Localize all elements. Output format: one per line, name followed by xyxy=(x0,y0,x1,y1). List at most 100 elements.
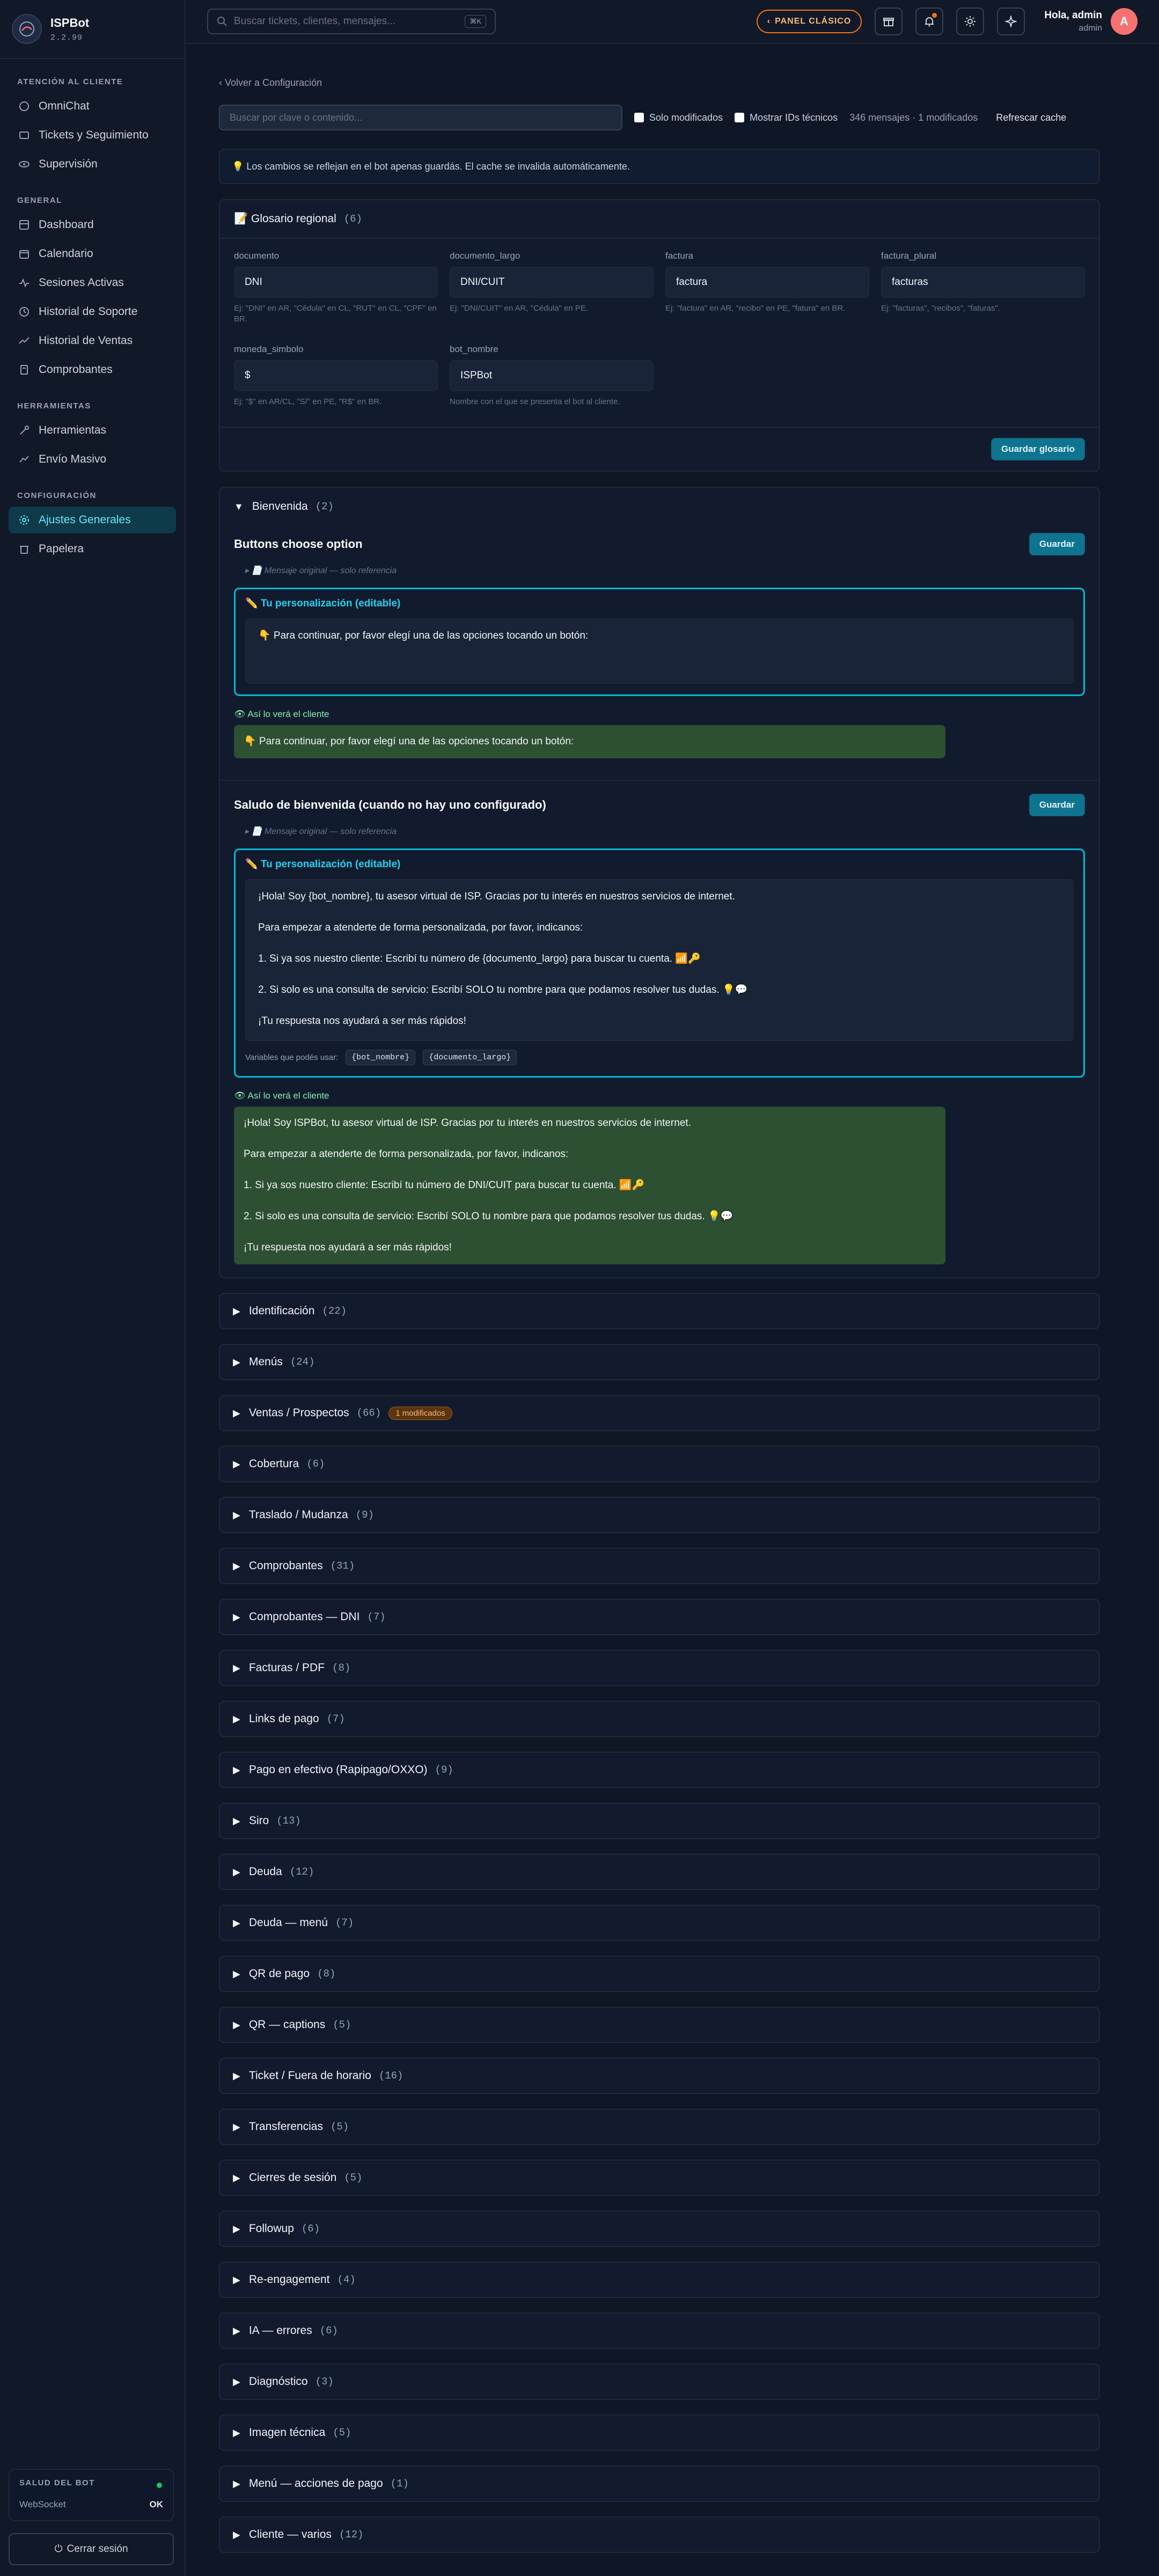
category-row[interactable]: ▶ Comprobantes (31) xyxy=(219,1548,1100,1584)
checkbox-box[interactable] xyxy=(634,113,644,122)
field-input[interactable]: DNI xyxy=(234,267,438,298)
category-row[interactable]: ▶ Identificación (22) xyxy=(219,1293,1100,1329)
checkbox-box[interactable] xyxy=(735,113,745,122)
category-label: Pago en efectivo (Rapipago/OXXO) xyxy=(248,1763,428,1776)
user-menu[interactable]: Hola, admin admin A xyxy=(1044,8,1138,35)
category-row[interactable]: ▶ Menús (24) xyxy=(219,1344,1100,1380)
preview-line: Para empezar a atenderte de forma person… xyxy=(244,1148,569,1160)
category-label: Deuda xyxy=(248,1865,282,1878)
chevron-down-icon: ▼ xyxy=(234,501,244,512)
category-row[interactable]: ▶ Menú — acciones de pago (1) xyxy=(219,2465,1100,2502)
save-glossary-button[interactable]: Guardar glosario xyxy=(991,438,1085,460)
field-input[interactable]: DNI/CUIT xyxy=(450,267,654,298)
edit-label: ✏️ Tu personalización (editable) xyxy=(245,598,401,609)
category-row[interactable]: ▶ QR de pago (8) xyxy=(219,1956,1100,1992)
message-title: Saludo de bienvenida (cuando no hay uno … xyxy=(234,798,546,811)
category-label: IA — errores xyxy=(248,2324,312,2337)
message-search-input[interactable]: Buscar por clave o contenido... xyxy=(219,105,622,130)
sidebar-item-dashboard[interactable]: Dashboard xyxy=(9,211,176,238)
sidebar-item-envio-masivo[interactable]: Envío Masivo xyxy=(9,446,176,473)
logo xyxy=(12,14,42,44)
gift-button[interactable] xyxy=(875,8,903,35)
category-row[interactable]: ▶ Links de pago (7) xyxy=(219,1701,1100,1737)
sidebar-item-omnichat[interactable]: OmniChat xyxy=(9,93,176,120)
chevron-right-icon: ▶ xyxy=(233,1407,240,1418)
theme-toggle-button[interactable] xyxy=(956,8,985,35)
field-input[interactable]: facturas xyxy=(881,267,1085,298)
sidebar-item-comprobantes[interactable]: Comprobantes xyxy=(9,356,176,383)
category-row[interactable]: ▶ Ventas / Prospectos (66) 1 modificados xyxy=(219,1395,1100,1431)
category-row[interactable]: ▶ Pago en efectivo (Rapipago/OXXO) (9) xyxy=(219,1752,1100,1788)
category-row[interactable]: ▶ Facturas / PDF (8) xyxy=(219,1650,1100,1686)
power-icon: ⏻ xyxy=(54,2543,63,2555)
category-row[interactable]: ▶ IA — errores (6) xyxy=(219,2312,1100,2349)
chevron-right-icon: ▶ xyxy=(233,2427,240,2438)
category-row[interactable]: ▶ Re-engagement (4) xyxy=(219,2262,1100,2298)
show-ids-checkbox[interactable]: Mostrar IDs técnicos xyxy=(735,112,838,123)
category-row[interactable]: ▶ Cobertura (6) xyxy=(219,1446,1100,1482)
field-input[interactable]: factura xyxy=(665,267,869,298)
variable-chip[interactable]: {bot_nombre} xyxy=(346,1050,416,1065)
trend-icon xyxy=(18,335,30,347)
original-message-toggle[interactable]: ▸ 📄 Mensaje original — solo referencia xyxy=(245,565,1085,576)
health-label: WebSocket xyxy=(19,2499,66,2509)
save-button[interactable]: Guardar xyxy=(1029,533,1085,555)
category-row[interactable]: ▶ Traslado / Mudanza (9) xyxy=(219,1497,1100,1533)
chat-icon xyxy=(18,100,30,112)
sparkle-button[interactable] xyxy=(997,8,1025,35)
category-row[interactable]: ▶ Imagen técnica (5) xyxy=(219,2414,1100,2451)
glossary-header[interactable]: 📝 Glosario regional (6) xyxy=(220,200,1099,238)
message-textarea[interactable]: 👇 Para continuar, por favor elegí una de… xyxy=(245,618,1074,684)
category-row[interactable]: ▶ Cierres de sesión (5) xyxy=(219,2160,1100,2196)
category-row[interactable]: ▶ Comprobantes — DNI (7) xyxy=(219,1599,1100,1635)
welcome-header[interactable]: ▼ Bienvenida (2) xyxy=(220,488,1099,525)
category-row[interactable]: ▶ Deuda — menú (7) xyxy=(219,1905,1100,1941)
category-row[interactable]: ▶ Cliente — varios (12) xyxy=(219,2516,1100,2553)
category-row[interactable]: ▶ Siro (13) xyxy=(219,1803,1100,1839)
notifications-button[interactable] xyxy=(915,8,944,35)
category-label: Links de pago xyxy=(248,1713,319,1725)
category-row[interactable]: ▶ Diagnóstico (3) xyxy=(219,2363,1100,2400)
logout-button[interactable]: ⏻ Cerrar sesión xyxy=(9,2533,174,2565)
category-row[interactable]: ▶ Transferencias (5) xyxy=(219,2109,1100,2145)
sidebar-item-papelera[interactable]: Papelera xyxy=(9,536,176,562)
sidebar-item-historial-de-ventas[interactable]: Historial de Ventas xyxy=(9,327,176,354)
category-row[interactable]: ▶ QR — captions (5) xyxy=(219,2007,1100,2043)
category-count: (7) xyxy=(335,1917,354,1929)
field-input[interactable]: ISPBot xyxy=(450,360,654,391)
save-button[interactable]: Guardar xyxy=(1029,794,1085,816)
category-row[interactable]: ▶ Followup (6) xyxy=(219,2211,1100,2247)
category-label: Facturas / PDF xyxy=(248,1662,325,1674)
sidebar-item-herramientas[interactable]: Herramientas xyxy=(9,417,176,444)
main: Buscar tickets, clientes, mensajes... ⌘K… xyxy=(186,0,1159,2576)
category-row[interactable]: ▶ Ticket / Fuera de horario (16) xyxy=(219,2058,1100,2094)
classic-panel-button[interactable]: ‹ PANEL CLÁSICO xyxy=(756,10,862,33)
only-modified-checkbox[interactable]: Solo modificados xyxy=(634,112,723,123)
global-search-input[interactable]: Buscar tickets, clientes, mensajes... ⌘K xyxy=(207,9,496,34)
variable-chip[interactable]: {documento_largo} xyxy=(423,1050,517,1065)
gear-icon xyxy=(18,514,30,526)
field-input[interactable]: $ xyxy=(234,360,438,391)
refresh-cache-button[interactable]: Refrescar cache xyxy=(996,112,1066,123)
sidebar-item-sesiones-activas[interactable]: Sesiones Activas xyxy=(9,269,176,296)
avatar[interactable]: A xyxy=(1111,8,1138,35)
chevron-right-icon: ▶ xyxy=(233,1662,240,1673)
sidebar-item-tickets-y-seguimiento[interactable]: Tickets y Seguimiento xyxy=(9,122,176,149)
category-row[interactable]: ▶ Deuda (12) xyxy=(219,1854,1100,1890)
sidebar-item-calendario[interactable]: Calendario xyxy=(9,240,176,267)
chevron-right-icon: ▶ xyxy=(233,2529,240,2540)
content: ‹ Volver a Configuración Buscar por clav… xyxy=(186,77,1159,2553)
back-link[interactable]: ‹ Volver a Configuración xyxy=(219,77,1100,89)
field-hint: Ej: "facturas", "recibos", "faturas". xyxy=(881,304,1001,313)
sidebar-item-ajustes-generales[interactable]: Ajustes Generales xyxy=(9,507,176,533)
sidebar-item-supervision[interactable]: Supervisión xyxy=(9,151,176,178)
textarea-line: 1. Si ya sos nuestro cliente: Escribí tu… xyxy=(258,953,701,964)
sidebar-item-historial-de-soporte[interactable]: Historial de Soporte xyxy=(9,298,176,325)
original-message-toggle[interactable]: ▸ 📄 Mensaje original — solo referencia xyxy=(245,826,1085,837)
brand: ISPBot 2.2.99 xyxy=(0,0,185,59)
ticket-icon xyxy=(18,129,30,141)
category-label: Identificación xyxy=(248,1305,315,1317)
preview-line: 2. Si solo es una consulta de servicio: … xyxy=(244,1211,733,1222)
message-textarea[interactable]: ¡Hola! Soy {bot_nombre}, tu asesor virtu… xyxy=(245,879,1074,1041)
sun-icon xyxy=(965,16,976,27)
